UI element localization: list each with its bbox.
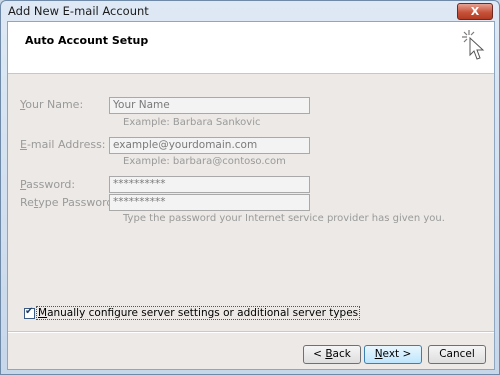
- dialog-body: Auto Account Setup Your Name: Your Name …: [7, 21, 495, 370]
- password-hint: Type the password your Internet service …: [123, 213, 445, 224]
- add-account-window: Add New E-mail Account X Auto Account Se…: [0, 0, 500, 375]
- name-field[interactable]: Your Name: [109, 97, 310, 114]
- password-label: Password:: [20, 178, 76, 191]
- email-hint: Example: barbara@contoso.com: [123, 156, 286, 167]
- window-title: Add New E-mail Account: [8, 4, 149, 18]
- retype-password-label: Retype Password:: [20, 196, 118, 209]
- manual-config-label[interactable]: Manually configure server settings or ad…: [36, 306, 361, 320]
- page-title: Auto Account Setup: [25, 34, 149, 47]
- title-bar: Add New E-mail Account X: [1, 1, 499, 21]
- cancel-button[interactable]: Cancel: [428, 345, 486, 364]
- password-field[interactable]: **********: [109, 176, 310, 193]
- email-field[interactable]: example@yourdomain.com: [109, 137, 310, 154]
- footer-divider: [8, 331, 494, 333]
- name-hint: Example: Barbara Sankovic: [123, 117, 261, 128]
- next-button[interactable]: Next >: [364, 345, 422, 364]
- back-button[interactable]: < Back: [303, 345, 361, 364]
- retype-password-field[interactable]: **********: [109, 194, 310, 211]
- email-label: E-mail Address:: [20, 138, 106, 151]
- manual-config-checkbox[interactable]: [24, 306, 35, 319]
- name-label: Your Name:: [20, 98, 84, 111]
- close-button[interactable]: X: [457, 3, 493, 20]
- dialog-header: Auto Account Setup: [8, 22, 494, 74]
- cursor-sparkle-icon: [462, 30, 485, 60]
